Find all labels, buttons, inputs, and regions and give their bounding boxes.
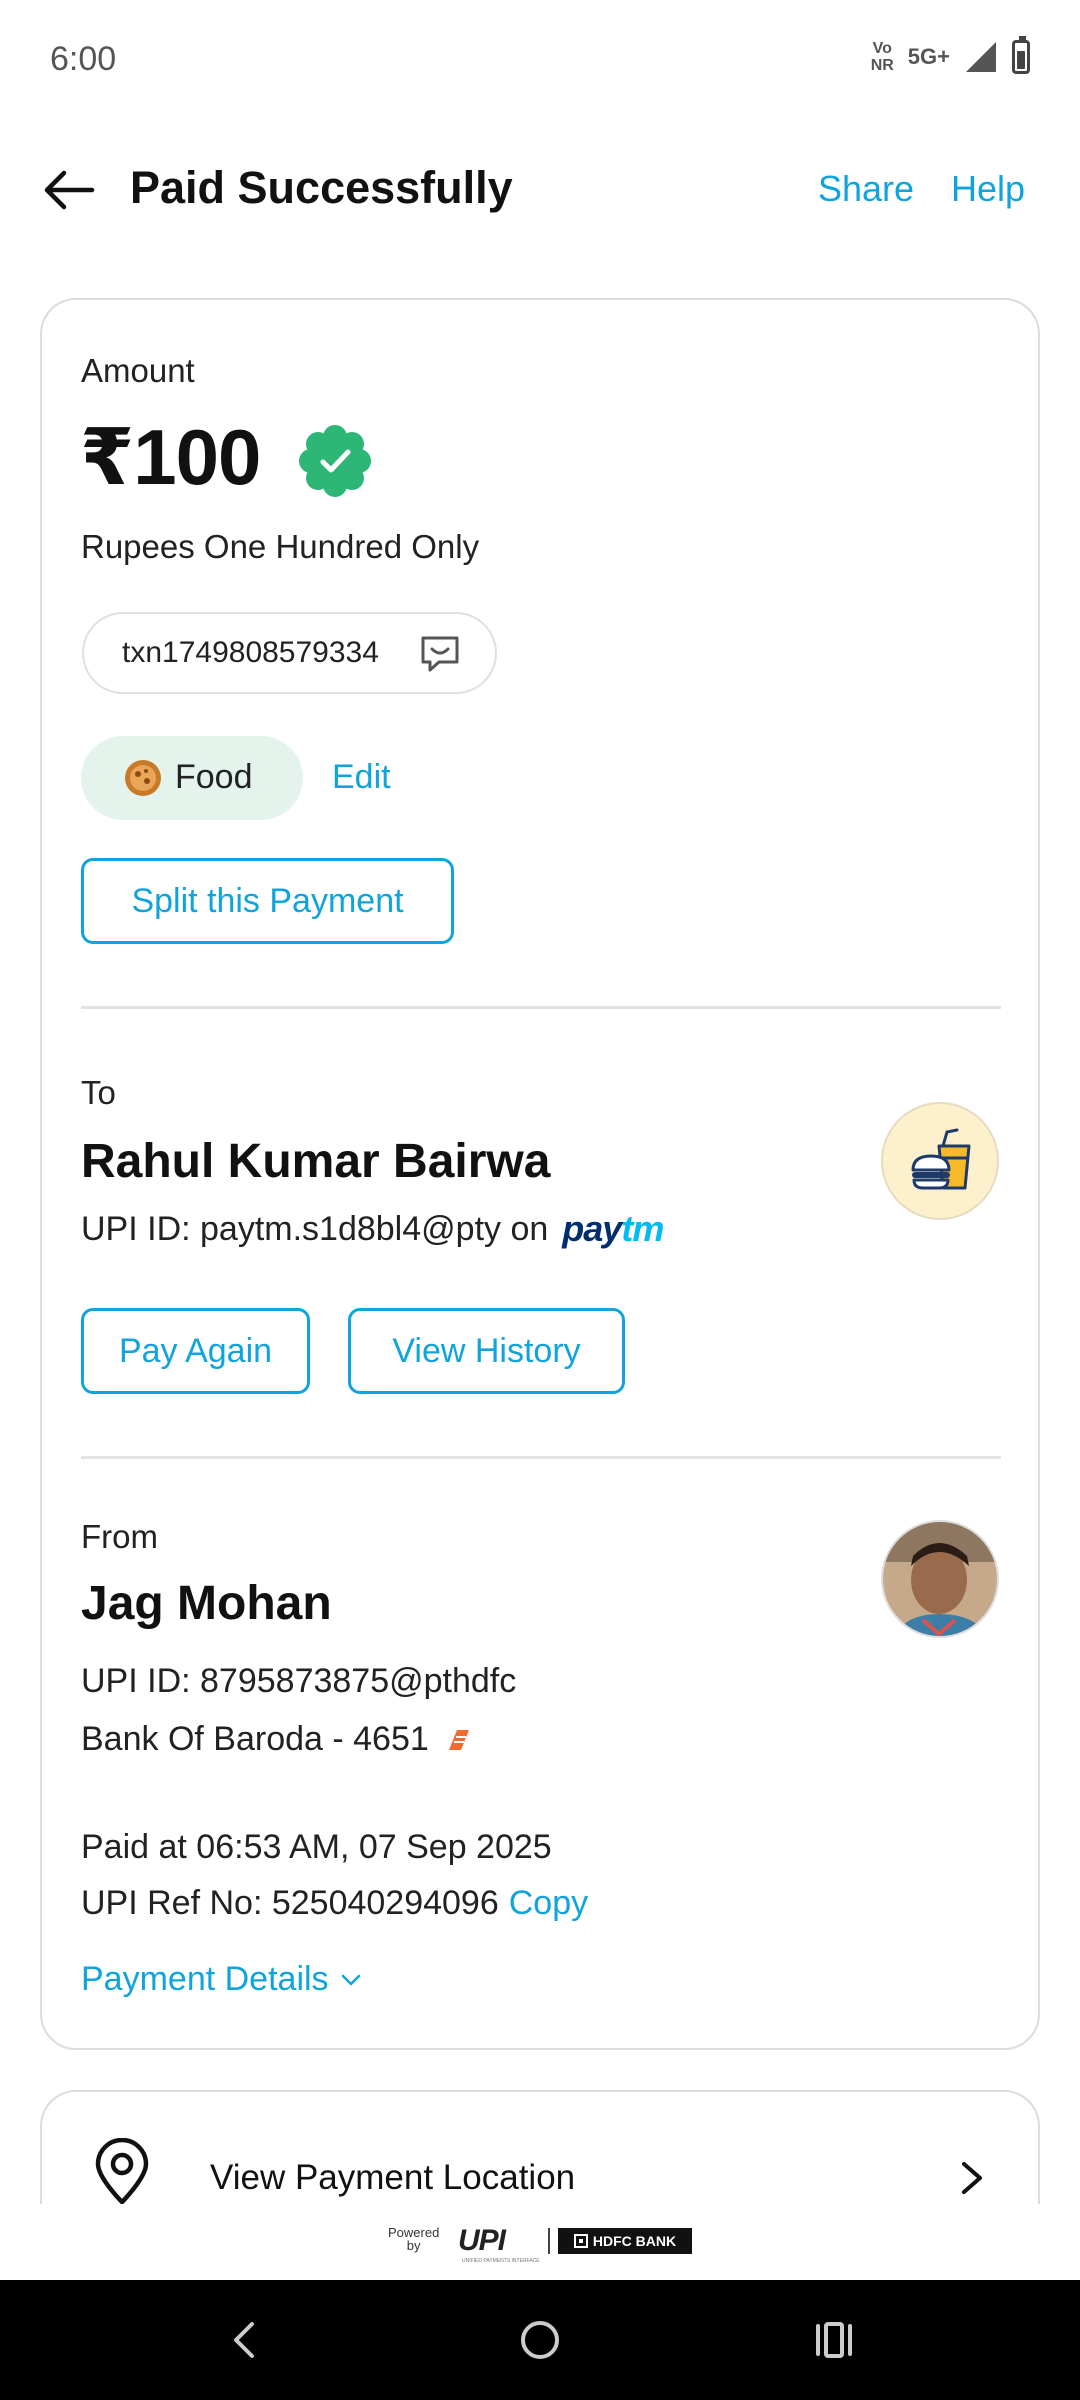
app-header: Paid Successfully Share Help [0,140,1080,240]
payer-bank-row: Bank Of Baroda - 4651 [81,1720,473,1759]
pay-again-button[interactable]: Pay Again [81,1308,310,1394]
share-button[interactable]: Share [818,168,914,210]
payer-name: Jag Mohan [81,1577,332,1630]
nav-recents-icon[interactable] [810,2316,858,2364]
volte-indicator: Vo NR [870,40,894,74]
payment-note-text: txn1749808579334 [122,636,379,669]
payer-upi-id: UPI ID: 8795873875@pthdfc [81,1662,517,1700]
payee-upi-id: UPI ID: paytm.s1d8bl4@pty on [81,1209,549,1248]
location-pin-icon [95,2138,149,2205]
chevron-down-icon [341,1974,360,1985]
paytm-logo: paytm [562,1208,664,1249]
divider [81,1456,1001,1459]
category-chip[interactable]: Food [81,736,303,820]
payer-avatar [881,1520,999,1638]
divider [81,1006,1001,1009]
payment-card: Amount ₹100 Rupees One Hundred Only txn1… [40,298,1040,2050]
payment-details-toggle[interactable]: Payment Details [81,1960,363,1999]
view-location-label: View Payment Location [210,2158,576,2197]
help-button[interactable]: Help [951,168,1025,210]
split-payment-button[interactable]: Split this Payment [81,858,454,944]
chevron-right-icon [962,2162,982,2194]
signal-icon [966,42,996,72]
to-label: To [81,1074,116,1111]
status-time: 6:00 [50,40,117,78]
battery-icon [1012,36,1030,74]
amount-label: Amount [81,352,195,389]
upi-ref-row: UPI Ref No: 525040294096 Copy [81,1884,588,1923]
bank-of-baroda-icon [448,1729,469,1750]
merchant-avatar [881,1102,999,1220]
amount-value: ₹100 [80,413,261,501]
hdfc-bank-logo: HDFC BANK [558,2228,692,2254]
upi-ref-number: UPI Ref No: 525040294096 [81,1884,499,1922]
powered-by-text: Powered by [388,2225,440,2253]
payment-note: txn1749808579334 [82,612,497,694]
nav-home-icon[interactable] [516,2316,564,2364]
footer-separator [548,2228,550,2254]
powered-by-footer: Powered by UPI UNIFIED PAYMENTS INTERFAC… [0,2204,1080,2280]
upi-tagline: UNIFIED PAYMENTS INTERFACE [462,2258,540,2264]
verified-badge-icon [299,425,371,497]
payee-upi-row: UPI ID: paytm.s1d8bl4@pty on paytm [81,1208,664,1250]
paid-at-timestamp: Paid at 06:53 AM, 07 Sep 2025 [81,1828,552,1866]
amount-in-words: Rupees One Hundred Only [81,528,480,565]
payee-name: Rahul Kumar Bairwa [81,1135,551,1188]
status-icons: Vo NR 5G+ [870,36,1030,74]
upi-logo: UPI [458,2224,506,2257]
merchant-food-icon [911,1128,971,1190]
system-nav-bar [0,2280,1080,2400]
food-icon [125,760,161,796]
category-label: Food [175,758,253,796]
payment-details-label: Payment Details [81,1960,329,1998]
chat-note-icon [421,636,459,672]
from-label: From [81,1518,158,1555]
copy-ref-button[interactable]: Copy [509,1884,588,1922]
view-history-button[interactable]: View History [348,1308,625,1394]
back-arrow-icon[interactable] [40,160,100,220]
status-bar: 6:00 Vo NR 5G+ [0,0,1080,120]
nav-back-icon[interactable] [222,2316,270,2364]
payer-photo [883,1522,997,1636]
payer-bank-account: Bank Of Baroda - 4651 [81,1720,429,1758]
hdfc-mark-icon [573,2234,588,2248]
edit-category-button[interactable]: Edit [332,758,391,797]
page-title: Paid Successfully [130,162,513,213]
network-type: 5G+ [907,44,950,69]
